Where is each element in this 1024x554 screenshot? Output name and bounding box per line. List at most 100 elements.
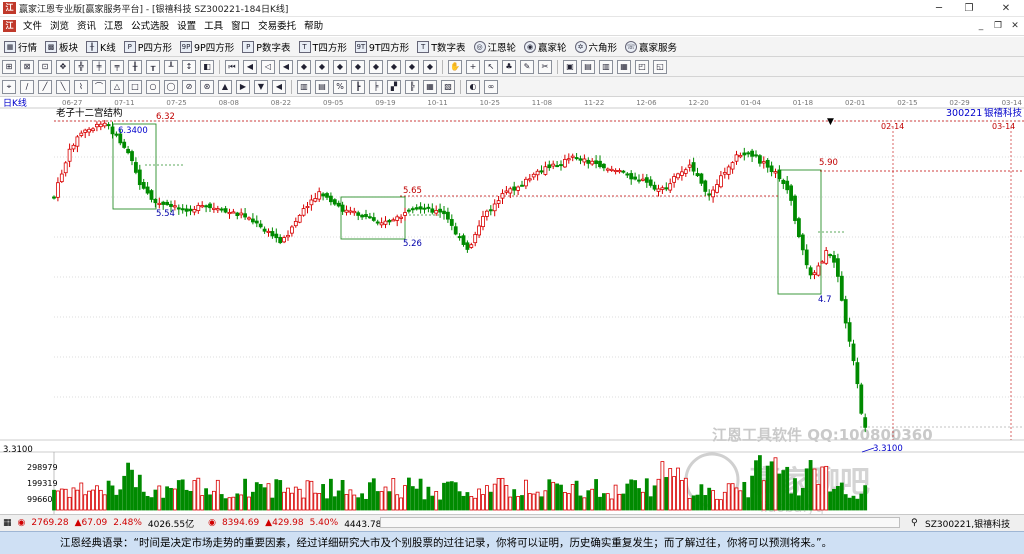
toolbar-button-0[interactable]: ▦ 行情 (0, 38, 41, 56)
chart-tool-icon-12[interactable]: ⏮ (225, 59, 239, 74)
menu-item-5[interactable]: 设置 (173, 17, 200, 36)
toolbar-button-12[interactable]: ☏ 赢家服务 (621, 38, 681, 56)
draw-tool-icon-3[interactable]: ╲ (56, 79, 70, 94)
chart-tool-icon-33[interactable]: ▦ (617, 59, 631, 74)
volume-bar (508, 496, 513, 511)
chart-tool-icon-13[interactable]: ◀ (243, 59, 257, 74)
menu-item-6[interactable]: 工具 (200, 17, 227, 36)
stock-icon: ⚲ (911, 518, 918, 528)
chart-tool-icon-9[interactable]: ╨ (164, 59, 178, 74)
kline-chart-area[interactable]: 江恩工具软件 QQ:100800360赢家聊吧liaoba.yq 6.326.3… (0, 97, 1024, 516)
draw-tool-icon-21[interactable]: ▞ (387, 79, 401, 94)
draw-tool-icon-10[interactable]: ⊘ (182, 79, 196, 94)
toolbar-button-7[interactable]: 9T 9T四方形 (351, 38, 413, 56)
toolbar-button-1[interactable]: ▩ 板块 (41, 38, 82, 56)
draw-tool-icon-8[interactable]: ○ (146, 79, 160, 94)
chart-tool-icon-0[interactable]: ⊞ (2, 59, 16, 74)
menu-item-2[interactable]: 资讯 (73, 17, 100, 36)
chart-tool-icon-7[interactable]: ╫ (128, 59, 142, 74)
draw-tool-icon-26[interactable]: ∞ (484, 79, 498, 94)
toolbar-button-8[interactable]: T T数字表 (413, 38, 469, 56)
chart-tool-icon-34[interactable]: ◰ (635, 59, 649, 74)
draw-tool-icon-1[interactable]: ∕ (20, 79, 34, 94)
menu-item-8[interactable]: 交易委托 (254, 17, 300, 36)
draw-tool-icon-9[interactable]: ◯ (164, 79, 178, 94)
toolbar-button-5[interactable]: P P数字表 (238, 38, 294, 56)
chart-tool-icon-19[interactable]: ◆ (351, 59, 365, 74)
chart-tool-icon-28[interactable]: ✎ (520, 59, 534, 74)
toolbar-button-4[interactable]: 9P 9P四方形 (176, 38, 238, 56)
mdi-minimize-button[interactable]: _ (972, 17, 990, 36)
chart-tool-icon-26[interactable]: ↖ (484, 59, 498, 74)
chart-tool-icon-27[interactable]: ♣ (502, 59, 516, 74)
chart-tool-icon-17[interactable]: ◆ (315, 59, 329, 74)
draw-tool-icon-5[interactable]: ⌒ (92, 79, 106, 94)
chart-tool-icon-11[interactable]: ◧ (200, 59, 214, 74)
toolbar-button-11[interactable]: ✡ 六角形 (571, 38, 622, 56)
chart-tool-icon-31[interactable]: ▤ (581, 59, 595, 74)
draw-tool-icon-14[interactable]: ▼ (254, 79, 268, 94)
menu-item-9[interactable]: 帮助 (300, 17, 327, 36)
toolbar-button-2[interactable]: ╫ K线 (82, 38, 120, 56)
chart-tool-icon-8[interactable]: ╥ (146, 59, 160, 74)
chart-tool-icon-4[interactable]: ╬ (74, 59, 88, 74)
draw-tool-icon-0[interactable]: ⌖ (2, 79, 16, 94)
chart-tool-icon-3[interactable]: ✥ (56, 59, 70, 74)
candle-body (391, 219, 396, 222)
toolbar-button-3[interactable]: P P四方形 (120, 38, 176, 56)
draw-tool-icon-24[interactable]: ▧ (441, 79, 455, 94)
close-button[interactable]: ✕ (988, 0, 1024, 17)
draw-tool-icon-20[interactable]: ╞ (369, 79, 383, 94)
menu-item-1[interactable]: 浏览 (46, 17, 73, 36)
menu-item-7[interactable]: 窗口 (227, 17, 254, 36)
draw-tool-icon-23[interactable]: ▦ (423, 79, 437, 94)
chart-tool-icon-14[interactable]: ◁ (261, 59, 275, 74)
chart-tool-icon-1[interactable]: ⊠ (20, 59, 34, 74)
toolbar-button-6[interactable]: T T四方形 (295, 38, 351, 56)
menu-item-4[interactable]: 公式选股 (127, 17, 173, 36)
draw-tool-icon-17[interactable]: ▤ (315, 79, 329, 94)
toolbar-button-9[interactable]: ◎ 江恩轮 (470, 38, 521, 56)
draw-tool-icon-11[interactable]: ⊛ (200, 79, 214, 94)
chart-tool-icon-15[interactable]: ◀ (279, 59, 293, 74)
chart-tool-icon-30[interactable]: ▣ (563, 59, 577, 74)
grid-icon[interactable]: ▦ (0, 518, 15, 528)
menu-item-3[interactable]: 江恩 (100, 17, 127, 36)
mdi-close-button[interactable]: ✕ (1006, 17, 1024, 36)
chart-tool-icon-10[interactable]: ↕ (182, 59, 196, 74)
horizontal-scrollbar[interactable] (380, 517, 900, 528)
draw-tool-icon-19[interactable]: ┣ (351, 79, 365, 94)
draw-tool-icon-12[interactable]: ▲ (218, 79, 232, 94)
chart-tool-icon-32[interactable]: ▥ (599, 59, 613, 74)
chart-tool-icon-6[interactable]: ╤ (110, 59, 124, 74)
draw-tool-icon-16[interactable]: ▥ (297, 79, 311, 94)
chart-tool-icon-16[interactable]: ◆ (297, 59, 311, 74)
chart-tool-icon-20[interactable]: ◆ (369, 59, 383, 74)
draw-tool-icon-2[interactable]: ╱ (38, 79, 52, 94)
chart-tool-icon-35[interactable]: ◱ (653, 59, 667, 74)
draw-tool-icon-7[interactable]: □ (128, 79, 142, 94)
menu-item-0[interactable]: 文件 (19, 17, 46, 36)
chart-tool-icon-29[interactable]: ✂ (538, 59, 552, 74)
chart-tool-icon-23[interactable]: ◆ (423, 59, 437, 74)
current-stock[interactable]: SZ300221,银禧科技 (922, 517, 1013, 530)
mdi-restore-button[interactable]: ❐ (989, 17, 1007, 36)
chart-tool-icon-22[interactable]: ◆ (405, 59, 419, 74)
chart-tool-icon-21[interactable]: ◆ (387, 59, 401, 74)
draw-tool-icon-22[interactable]: ╠ (405, 79, 419, 94)
chart-tool-icon-18[interactable]: ◆ (333, 59, 347, 74)
chart-tool-icon-25[interactable]: + (466, 59, 480, 74)
draw-tool-icon-25[interactable]: ◐ (466, 79, 480, 94)
toolbar-button-10[interactable]: ◉ 赢家轮 (520, 38, 571, 56)
kline-chart[interactable]: 江恩工具软件 QQ:100800360赢家聊吧liaoba.yq 6.326.3… (0, 97, 1024, 516)
chart-tool-icon-5[interactable]: ╪ (92, 59, 106, 74)
draw-tool-icon-13[interactable]: ▶ (236, 79, 250, 94)
minimize-button[interactable]: ─ (924, 0, 954, 17)
draw-tool-icon-18[interactable]: % (333, 79, 347, 94)
draw-tool-icon-15[interactable]: ◀ (272, 79, 286, 94)
chart-tool-icon-2[interactable]: ⊡ (38, 59, 52, 74)
chart-tool-icon-24[interactable]: ✋ (448, 59, 462, 74)
draw-tool-icon-4[interactable]: ⌇ (74, 79, 88, 94)
draw-tool-icon-6[interactable]: △ (110, 79, 124, 94)
maximize-button[interactable]: ❐ (954, 0, 984, 17)
